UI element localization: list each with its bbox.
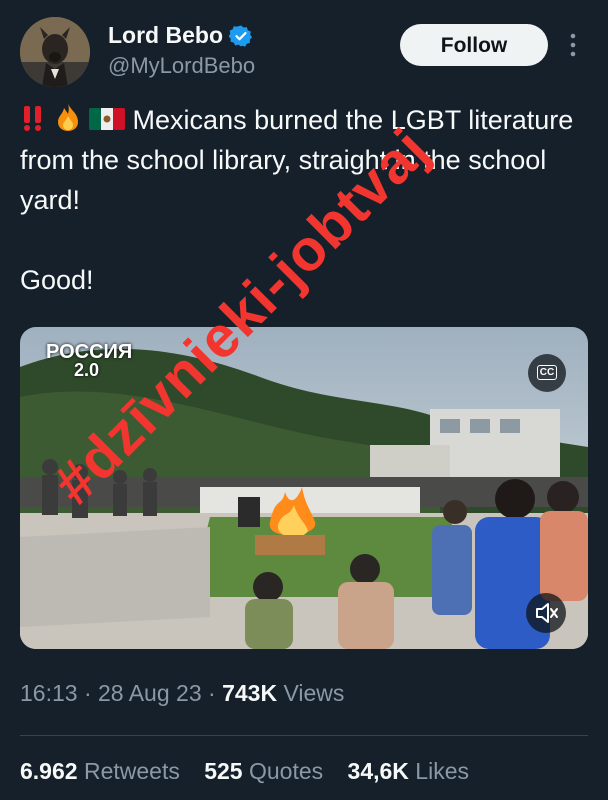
closed-captions-button[interactable]: CC	[528, 354, 566, 392]
likes-count: 34,6K	[347, 758, 409, 784]
double-exclamation-emoji	[24, 106, 41, 131]
likes-stat[interactable]: 34,6K Likes	[348, 758, 469, 784]
retweets-count: 6.962	[20, 758, 78, 784]
tweet-header: Lord Bebo @MyLordBebo Follow	[0, 0, 608, 96]
author-handle[interactable]: @MyLordBebo	[108, 53, 255, 79]
meta-separator: ·	[208, 680, 216, 706]
retweets-stat[interactable]: 6.962 Retweets	[20, 758, 180, 784]
views-label: Views	[283, 680, 345, 706]
likes-label: Likes	[415, 758, 469, 784]
author-name[interactable]: Lord Bebo	[108, 22, 223, 49]
views-count: 743K	[222, 680, 278, 706]
avatar[interactable]	[20, 17, 90, 87]
engagement-stats: 6.962 Retweets 525 Quotes 34,6K Likes	[20, 758, 487, 785]
verified-badge-icon	[229, 25, 253, 47]
more-options-icon[interactable]	[568, 32, 578, 58]
quotes-count: 525	[204, 758, 243, 784]
quotes-label: Quotes	[248, 758, 324, 784]
muted-speaker-icon	[536, 603, 558, 623]
fire-emoji	[57, 103, 78, 131]
tweet-time[interactable]: 16:13	[20, 680, 78, 706]
divider	[20, 735, 588, 736]
retweets-label: Retweets	[83, 758, 180, 784]
channel-logo: РОССИЯ 2.0	[46, 342, 132, 380]
tweet-date[interactable]: 28 Aug 23	[98, 680, 202, 706]
quotes-stat[interactable]: 525 Quotes	[204, 758, 323, 784]
closed-captions-icon: CC	[536, 365, 558, 380]
tweet-meta: 16:13 · 28 Aug 23 · 743K Views	[20, 680, 344, 707]
meta-separator: ·	[83, 680, 92, 706]
mexico-flag-emoji	[89, 108, 126, 130]
mute-button[interactable]	[526, 593, 566, 633]
channel-logo-bottom: 2.0	[74, 360, 100, 380]
follow-button[interactable]: Follow	[400, 24, 548, 66]
